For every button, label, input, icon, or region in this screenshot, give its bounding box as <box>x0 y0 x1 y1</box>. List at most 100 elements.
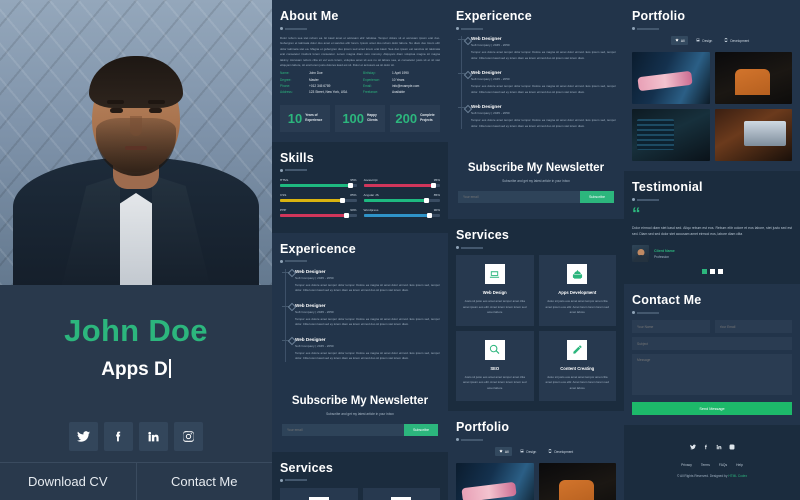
service-card[interactable]: Content Creating Justo sit justo eos ame… <box>538 330 616 402</box>
filter-label: Development <box>554 449 574 454</box>
portfolio-filter-all[interactable]: All <box>670 36 689 45</box>
skill-item: Wordpress 90% <box>363 207 440 218</box>
service-card[interactable]: Web Design <box>280 487 358 500</box>
linkedin-icon[interactable] <box>716 437 722 455</box>
twitter-icon[interactable] <box>69 422 98 451</box>
portfolio-item[interactable] <box>538 463 616 500</box>
service-card[interactable]: Web Design Justo sit justo eos amet amet… <box>456 255 534 326</box>
portfolio-filter-development[interactable]: Development <box>720 36 753 45</box>
experience-item: Web Designer Soft Company | 2045 - 2050 … <box>282 303 440 328</box>
column-two: About Me Dolor rebum sea stet rebum ea. … <box>272 0 448 500</box>
skill-item: PHP 90% <box>280 208 357 218</box>
instagram-icon[interactable] <box>174 422 203 451</box>
filter-label: Design <box>702 38 713 43</box>
star-icon <box>675 38 679 43</box>
stat-number: 100 <box>342 110 365 126</box>
skill-knob <box>340 197 346 203</box>
mouth-shape <box>125 146 147 150</box>
carousel-dots <box>632 269 792 275</box>
eye-right <box>149 108 162 113</box>
skill-label: Wordpress <box>363 207 379 212</box>
about-body: Dolor rebum sea stet rebum ea. Et kasd a… <box>280 36 440 67</box>
newsletter-section-col2: Subscribe My Newsletter Subscribe and ge… <box>272 380 448 452</box>
services-heading: Services <box>280 460 334 475</box>
newsletter-email-input[interactable] <box>282 423 404 436</box>
skill-track <box>280 212 357 218</box>
experience-item: Web Designer Soft Company | 2045 - 2050 … <box>458 104 616 129</box>
instagram-icon[interactable] <box>729 437 735 455</box>
detail-key: Degree: <box>280 77 292 82</box>
heading-underline <box>280 259 440 263</box>
carousel-dot[interactable] <box>717 269 723 275</box>
newsletter-email-input[interactable] <box>458 191 580 204</box>
portfolio-item[interactable] <box>714 109 792 161</box>
experience-meta: Soft Company | 2045 - 2050 <box>471 43 510 47</box>
portfolio-heading: Portfolio <box>632 9 686 23</box>
column-four: Portfolio All Design Development Testimo… <box>624 0 800 500</box>
carousel-dot[interactable] <box>709 269 715 275</box>
download-cv-button[interactable]: Download CV <box>0 463 136 500</box>
footer-link-terms[interactable]: Terms <box>701 463 710 467</box>
underline-dot-icon <box>632 311 635 315</box>
portfolio-item[interactable] <box>456 463 534 500</box>
skill-track <box>363 182 440 188</box>
testimonial-author-role: Profession <box>654 254 670 259</box>
skill-percent: 95% <box>350 177 357 182</box>
newsletter-section-col3: Subscribe My Newsletter Subscribe and ge… <box>448 148 624 220</box>
android-icon <box>567 264 588 285</box>
footer-link-faqs[interactable]: FAQs <box>719 463 727 467</box>
heading-underline <box>456 246 616 250</box>
typing-caret <box>168 359 171 378</box>
skill-track <box>363 212 440 218</box>
brand-link[interactable]: HTML Codex <box>728 474 747 478</box>
footer-link-privacy[interactable]: Privacy <box>681 463 692 467</box>
name-field[interactable] <box>632 320 710 334</box>
skill-fill <box>280 183 353 187</box>
carousel-dot-active[interactable] <box>701 269 707 275</box>
service-card[interactable]: SEO Justo sit justo eos amet amet tempor… <box>456 330 534 402</box>
testimonial-author: Client Name Profession <box>632 245 792 263</box>
contact-me-button[interactable]: Contact Me <box>135 463 273 500</box>
portfolio-filter-design[interactable]: Design <box>692 36 716 45</box>
newsletter-subscribe-button[interactable]: Subscribe <box>404 423 438 436</box>
testimonial-section: Testimonial “ Dolor eirmod diam stet kas… <box>624 171 800 285</box>
underline-dot-icon <box>280 27 283 30</box>
message-field[interactable] <box>632 354 792 396</box>
skill-item: Javascript 95% <box>363 178 440 188</box>
avatar <box>632 245 649 263</box>
facebook-icon[interactable] <box>104 422 133 451</box>
portfolio-item[interactable] <box>714 52 792 104</box>
portfolio-filter-all[interactable]: All <box>494 447 513 457</box>
experience-text: Tempor eos dolore amet tempor dolor temp… <box>295 350 440 361</box>
portfolio-filter-design[interactable]: Design <box>516 447 540 456</box>
facebook-icon[interactable] <box>703 437 709 455</box>
portfolio-section-col3: Portfolio All Design Development <box>448 411 624 500</box>
portfolio-item[interactable] <box>632 52 710 104</box>
about-stats: 10 Years of Experience 100 Happy Clients 2… <box>280 104 440 132</box>
profile-sidebar: John Doe Apps D Download CV Contact Me <box>0 0 272 500</box>
skill-knob <box>423 197 429 203</box>
service-text: Justo sit justo eos amet amet tempor ame… <box>463 374 527 390</box>
send-message-button[interactable]: Send Message <box>632 402 792 416</box>
service-card[interactable]: Apps Development <box>362 487 440 500</box>
footer-link-help[interactable]: Help <box>736 463 743 467</box>
subject-field[interactable] <box>632 337 792 351</box>
portfolio-filter-bar: All Design Development <box>632 36 792 45</box>
email-field[interactable] <box>714 320 792 334</box>
skill-label: Angular JS <box>363 192 379 197</box>
detail-row: Address: 123 Street, New York, USA <box>280 90 357 95</box>
portfolio-item[interactable] <box>632 109 710 161</box>
service-card[interactable]: Apps Development Justo sit justo eos ame… <box>538 255 616 326</box>
portfolio-filter-bar: All Design Development <box>456 447 616 457</box>
linkedin-icon[interactable] <box>139 422 168 451</box>
newsletter-subscribe-button[interactable]: Subscribe <box>580 191 614 204</box>
underline-dot-icon <box>632 27 635 30</box>
experience-heading: Expericence <box>456 9 532 23</box>
skill-item: CSS 85% <box>280 193 357 203</box>
twitter-icon[interactable] <box>689 437 696 455</box>
experience-meta: Soft Company | 2045 - 2050 <box>295 343 334 348</box>
portfolio-filter-development[interactable]: Development <box>544 447 577 456</box>
eyebrow-right <box>148 100 165 104</box>
underline-bar <box>461 27 483 30</box>
detail-row: Email: info@example.com <box>363 84 440 89</box>
